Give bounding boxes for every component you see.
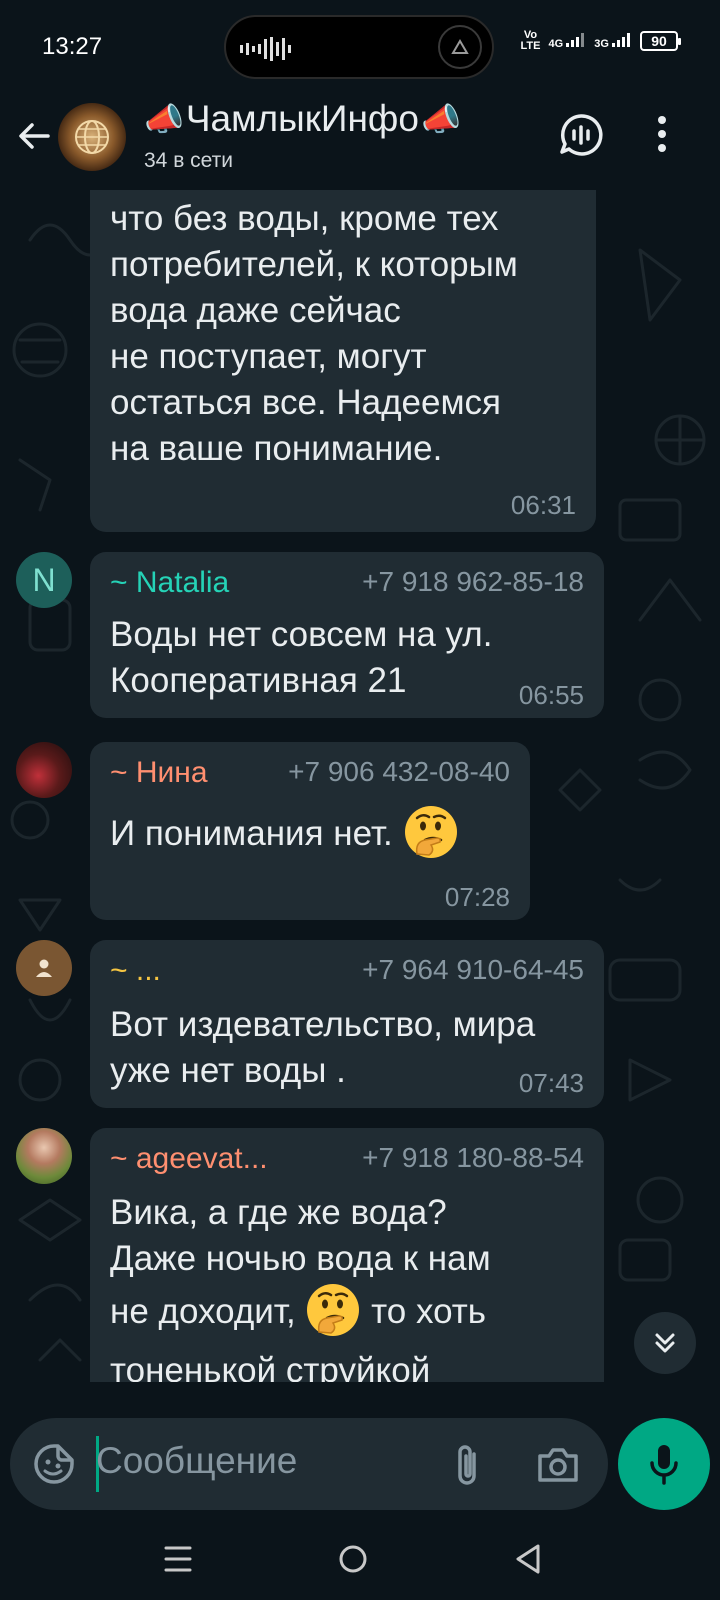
message-time: 06:55 bbox=[518, 680, 584, 710]
dynamic-island bbox=[224, 15, 494, 79]
sender-info: ~ Нина +7 906 432-08-40 bbox=[110, 756, 510, 792]
message-line: вода даже сейчас bbox=[110, 291, 401, 330]
sender-avatar[interactable] bbox=[16, 1128, 72, 1184]
message-line: Кооперативная 21 bbox=[110, 661, 407, 700]
message-time: 06:31 bbox=[510, 490, 576, 520]
message-line: И понимания нет. bbox=[110, 805, 459, 864]
voice-chat-icon[interactable] bbox=[558, 112, 604, 158]
message-line: тоненькой струйкой bbox=[110, 1351, 431, 1382]
sender-phone: +7 918 962-85-18 bbox=[362, 566, 584, 597]
mic-button[interactable] bbox=[618, 1418, 710, 1510]
person-icon bbox=[36, 959, 52, 977]
system-nav-bar bbox=[0, 1520, 720, 1600]
message-line: не поступает, могут bbox=[110, 337, 427, 376]
message-line: на ваше понимание. bbox=[110, 429, 443, 468]
scroll-down-icon bbox=[655, 1333, 675, 1353]
message-line: Вика, а где же вода? bbox=[110, 1193, 447, 1232]
group-title[interactable]: 📣 ЧамлыкИнфо 📣 bbox=[142, 98, 463, 140]
system-indicators: Vo LTE 4G 3G 90 bbox=[520, 29, 681, 52]
camera-icon[interactable] bbox=[536, 1444, 580, 1484]
thinking-face-icon bbox=[307, 1283, 360, 1336]
sender-name[interactable]: ~ Нина bbox=[110, 756, 208, 790]
message-bubble[interactable]: ~ Нина +7 906 432-08-40 И понимания нет.… bbox=[90, 742, 530, 920]
message-line: Вот издевательство, мира bbox=[110, 1005, 536, 1044]
triangle-icon bbox=[438, 25, 482, 69]
message-line: потребителей, к которым bbox=[110, 245, 518, 284]
sender-info: ~ Natalia +7 918 962-85-18 bbox=[110, 566, 584, 602]
message-time: 07:43 bbox=[518, 1068, 584, 1098]
sender-avatar[interactable] bbox=[16, 940, 72, 996]
signal-icon bbox=[612, 32, 630, 47]
network-4g: 4G bbox=[549, 32, 587, 50]
message-time: 07:28 bbox=[444, 882, 510, 912]
message-bubble[interactable]: ~ ... +7 964 910-64-45 Вот издевательств… bbox=[90, 940, 604, 1108]
megaphone-icon: 📣 bbox=[420, 101, 461, 137]
more-options-icon[interactable] bbox=[650, 114, 674, 154]
signal-icon bbox=[566, 32, 585, 47]
message-bubble[interactable]: ~ ageevat... +7 918 180-88-54 Вика, а гд… bbox=[90, 1128, 604, 1382]
sender-info: ~ ageevat... +7 918 180-88-54 bbox=[110, 1142, 584, 1178]
message-line: не доходит, то хоть bbox=[110, 1283, 486, 1342]
message-bubble[interactable]: ~ Natalia +7 918 962-85-18 Воды нет совс… bbox=[90, 552, 604, 718]
sticker-icon[interactable] bbox=[32, 1442, 76, 1486]
message-bubble[interactable]: что без воды, кроме тех потребителей, к … bbox=[90, 150, 596, 532]
message-line: Даже ночью вода к нам bbox=[110, 1239, 491, 1278]
sender-phone: +7 906 432-08-40 bbox=[288, 756, 510, 787]
message-composer[interactable]: Сообщение bbox=[10, 1418, 608, 1510]
attach-icon[interactable] bbox=[454, 1442, 482, 1488]
sender-phone: +7 964 910-64-45 bbox=[362, 954, 584, 985]
mic-icon bbox=[650, 1445, 678, 1485]
recents-icon[interactable] bbox=[164, 1544, 192, 1574]
avatar-letter: N bbox=[32, 561, 56, 598]
group-avatar[interactable] bbox=[58, 103, 126, 171]
thinking-face-icon bbox=[404, 805, 457, 858]
sender-avatar[interactable] bbox=[16, 742, 72, 798]
megaphone-icon: 📣 bbox=[144, 101, 184, 137]
network-3g: 3G bbox=[594, 32, 632, 50]
message-line: уже нет воды . bbox=[110, 1051, 346, 1090]
status-time: 13:27 bbox=[42, 33, 103, 60]
back-arrow-icon[interactable] bbox=[16, 118, 52, 154]
message-line: что без воды, кроме тех bbox=[110, 199, 499, 238]
status-bar: 13:27 Vo LTE 4G 3G 90 bbox=[0, 0, 720, 92]
message-input[interactable]: Сообщение bbox=[96, 1440, 297, 1482]
sender-info: ~ ... +7 964 910-64-45 bbox=[110, 954, 584, 990]
home-icon[interactable] bbox=[338, 1544, 368, 1574]
scroll-down-button[interactable] bbox=[634, 1312, 696, 1374]
online-count: 34 в сети bbox=[144, 149, 234, 172]
message-line: остаться все. Надеемся bbox=[110, 383, 501, 422]
sender-name[interactable]: ~ ageevat... bbox=[110, 1142, 268, 1176]
sender-avatar[interactable]: N bbox=[16, 552, 72, 608]
message-line: Воды нет совсем на ул. bbox=[110, 615, 493, 654]
sender-name[interactable]: ~ Natalia bbox=[110, 566, 229, 600]
sender-phone: +7 918 180-88-54 bbox=[362, 1142, 584, 1173]
volte-label: Vo LTE bbox=[520, 29, 541, 52]
chat-header: 📣 ЧамлыкИнфо 📣 34 в сети bbox=[0, 92, 720, 190]
battery-icon: 90 bbox=[640, 31, 681, 51]
sender-name[interactable]: ~ ... bbox=[110, 954, 161, 988]
audio-wave-icon bbox=[240, 37, 291, 61]
nav-back-icon[interactable] bbox=[514, 1542, 542, 1576]
